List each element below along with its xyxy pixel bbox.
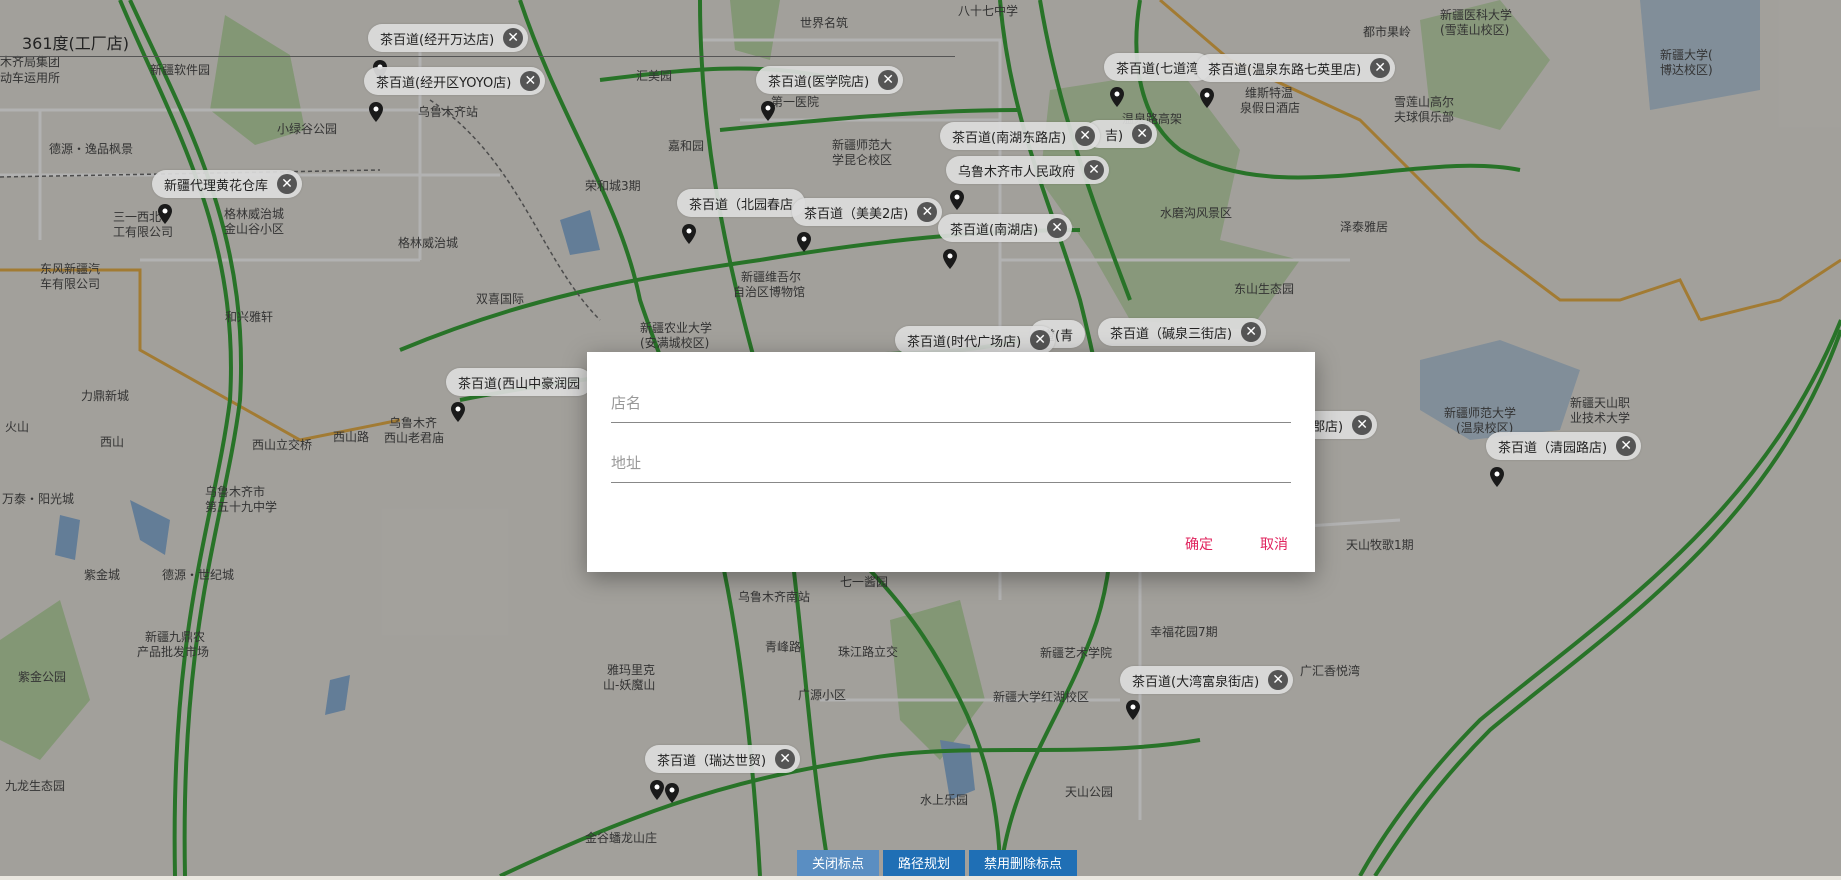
close-icon[interactable]: ✕ <box>1030 330 1051 350</box>
marker-label: 茶百道(七道湾 <box>1116 61 1200 77</box>
disable-delete-markers-button[interactable]: 禁用删除标点 <box>969 850 1078 876</box>
close-icon[interactable]: ✕ <box>503 28 524 48</box>
map-pin-icon[interactable] <box>943 249 957 269</box>
marker-label: 茶百道(经开万达店) <box>380 32 495 48</box>
marker-label: 郡店) <box>1312 419 1344 435</box>
bottom-toolbar: 关闭标点 路径规划 禁用删除标点 <box>797 850 1078 876</box>
marker-pill[interactable]: 茶百道(南湖东路店) ✕ <box>940 122 1101 150</box>
marker-pill[interactable]: 茶百道（清园路店) ✕ <box>1486 432 1642 460</box>
marker-label: 乌鲁木齐市人民政府 <box>958 164 1076 180</box>
close-icon[interactable]: ✕ <box>1616 436 1637 456</box>
marker-label: 茶百道（瑞达世贸) <box>657 753 767 769</box>
marker-pill[interactable]: 茶百道(南湖店) ✕ <box>938 214 1073 242</box>
close-icon[interactable]: ✕ <box>1268 670 1289 690</box>
confirm-button[interactable]: 确定 <box>1185 534 1213 554</box>
close-icon[interactable]: ✕ <box>878 70 899 90</box>
close-icon[interactable]: ✕ <box>277 174 298 194</box>
map-pin-icon[interactable] <box>1126 700 1140 720</box>
marker-label: 茶百道(温泉东路七英里店) <box>1208 62 1362 78</box>
map-pin-icon[interactable] <box>797 232 811 252</box>
close-icon[interactable]: ✕ <box>1352 415 1373 435</box>
marker-pill[interactable]: 茶百道(经开区YOYO店) ✕ <box>364 67 546 95</box>
map-pin-icon[interactable] <box>665 783 679 803</box>
marker-label: 吉) <box>1105 128 1124 144</box>
marker-pill[interactable]: 茶百道（北园春店 <box>677 189 806 217</box>
marker-pill[interactable]: 茶百道(温泉东路七英里店) ✕ <box>1196 54 1396 82</box>
marker-pill[interactable]: 茶百道（碱泉三街店) ✕ <box>1098 318 1267 346</box>
marker-pill[interactable]: 茶百道(时代广场店) ✕ <box>895 326 1056 354</box>
map-pin-icon[interactable] <box>761 101 775 121</box>
close-icon[interactable]: ✕ <box>520 71 541 91</box>
address-input[interactable] <box>611 446 1291 480</box>
marker-label: 茶百道(医学院店) <box>768 74 870 90</box>
cancel-button[interactable]: 取消 <box>1260 534 1288 554</box>
marker-pill[interactable]: 茶百道(医学院店) ✕ <box>756 66 904 94</box>
close-markers-button[interactable]: 关闭标点 <box>797 850 880 876</box>
map-pin-icon[interactable] <box>682 224 696 244</box>
marker-label: 茶百道(经开区YOYO店) <box>376 75 512 91</box>
marker-pill[interactable]: 新疆代理黄花仓库 ✕ <box>152 170 303 198</box>
marker-label: 茶百道(时代广场店) <box>907 334 1022 350</box>
marker-label: 茶百道(南湖店) <box>950 222 1039 238</box>
store-name-field[interactable] <box>611 386 1291 423</box>
close-icon[interactable]: ✕ <box>1047 218 1068 238</box>
map-pin-icon[interactable] <box>1490 467 1504 487</box>
add-store-dialog: 确定 取消 <box>587 352 1315 572</box>
map-pin-icon[interactable] <box>451 402 465 422</box>
map-pin-icon[interactable] <box>369 102 383 122</box>
page-title: 361度(工厂店) <box>22 34 130 53</box>
marker-label: 茶百道(大湾富泉街店) <box>1132 674 1260 690</box>
marker-pill[interactable]: 茶百道(经开万达店) ✕ <box>368 24 529 52</box>
marker-label: 茶百道（美美2店) <box>804 206 909 222</box>
map-pin-icon[interactable] <box>158 204 172 224</box>
marker-label: 茶百道（碱泉三街店) <box>1110 326 1233 342</box>
marker-pill[interactable]: 茶百道(西山中豪润园 <box>446 368 593 396</box>
marker-pill[interactable]: 茶百道（瑞达世贸) ✕ <box>645 745 801 773</box>
marker-pill[interactable]: 乌鲁木齐市人民政府 ✕ <box>946 156 1110 184</box>
map-pin-icon[interactable] <box>1200 88 1214 108</box>
marker-pill[interactable]: 茶百道（美美2店) ✕ <box>792 198 943 226</box>
title-underline <box>0 56 955 57</box>
close-icon[interactable]: ✕ <box>1132 124 1153 144</box>
marker-pill[interactable]: 茶百道(大湾富泉街店) ✕ <box>1120 666 1294 694</box>
map-pin-icon[interactable] <box>650 780 664 800</box>
close-icon[interactable]: ✕ <box>775 749 796 769</box>
address-field[interactable] <box>611 446 1291 483</box>
marker-label: 茶百道(南湖东路店) <box>952 130 1067 146</box>
route-planning-button[interactable]: 路径规划 <box>883 850 966 876</box>
close-icon[interactable]: ✕ <box>1370 58 1391 78</box>
close-icon[interactable]: ✕ <box>1241 322 1262 342</box>
marker-label: 新疆代理黄花仓库 <box>164 178 269 194</box>
close-icon[interactable]: ✕ <box>1075 126 1096 146</box>
map-pin-icon[interactable] <box>1110 87 1124 107</box>
marker-label: 茶百道（北园春店 <box>689 197 794 213</box>
map-pin-icon[interactable] <box>950 190 964 210</box>
close-icon[interactable]: ✕ <box>917 202 938 222</box>
marker-label: 茶百道（清园路店) <box>1498 440 1608 456</box>
marker-label: 茶百道(西山中豪润园 <box>458 376 581 392</box>
store-name-input[interactable] <box>611 386 1291 420</box>
close-icon[interactable]: ✕ <box>1084 160 1105 180</box>
